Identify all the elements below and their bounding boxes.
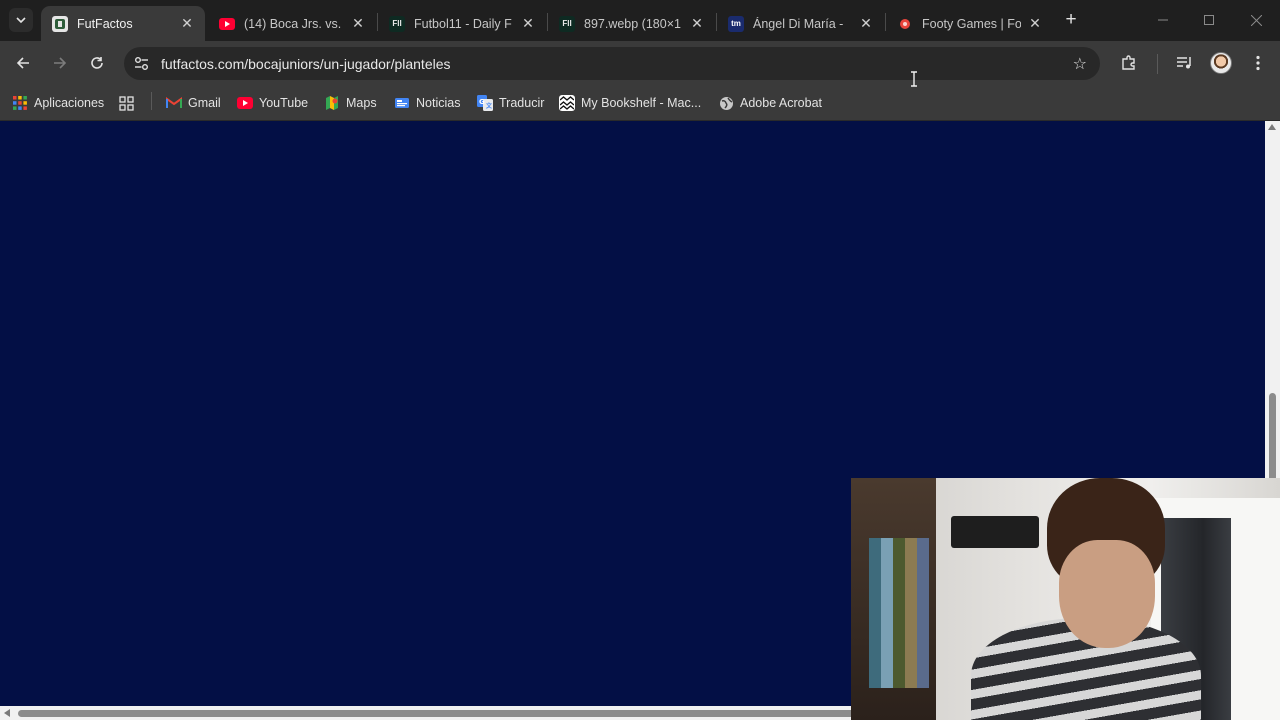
arrow-left-icon <box>16 57 29 69</box>
tab-title: 897.webp (180×1 <box>584 16 681 31</box>
arrow-right-icon <box>54 57 67 69</box>
minimize-icon <box>1158 19 1168 21</box>
scroll-up-arrow-icon[interactable] <box>1268 124 1276 130</box>
reload-icon <box>91 57 103 69</box>
webcam-air-conditioner <box>951 516 1039 548</box>
footy-games-icon <box>897 16 913 32</box>
browser-toolbar: futfactos.com/bocajuniors/un-jugador/pla… <box>0 41 1280 85</box>
close-tab-icon[interactable]: ✕ <box>858 15 874 32</box>
site-settings-icon[interactable] <box>133 55 150 72</box>
tab-title: Futbol11 - Daily F <box>414 16 512 31</box>
bookmark-label: Gmail <box>188 96 221 110</box>
close-tab-icon[interactable]: ✕ <box>179 15 195 32</box>
bookmark-label: Maps <box>346 96 377 110</box>
gmail-icon <box>166 95 182 111</box>
close-tab-icon[interactable]: ✕ <box>350 15 366 32</box>
tab-strip: FutFactos ✕ (14) Boca Jrs. vs. S ✕ FII F… <box>0 0 1280 41</box>
scrollbar-thumb[interactable] <box>18 710 858 717</box>
futfactos-icon <box>52 15 68 32</box>
menu-button[interactable] <box>1247 52 1269 74</box>
bookmark-label: Noticias <box>416 96 461 110</box>
transfermarkt-icon: tm <box>728 15 744 32</box>
bookmark-label: Traducir <box>499 96 545 110</box>
tab-title: (14) Boca Jrs. vs. S <box>244 16 344 31</box>
toolbar-separator <box>1157 54 1158 74</box>
svg-text:G: G <box>479 98 485 106</box>
bookmark-my-bookshelf[interactable]: My Bookshelf - Mac... <box>559 93 701 113</box>
new-tab-button[interactable]: + <box>1060 9 1082 31</box>
plus-icon: + <box>1065 9 1077 30</box>
webcam-overlay <box>851 478 1280 720</box>
maximize-icon <box>1204 15 1214 25</box>
tab-transfermarkt[interactable]: tm Ángel Di María - ✕ <box>717 6 884 41</box>
tab-futfactos[interactable]: FutFactos ✕ <box>41 6 205 41</box>
url-text[interactable]: futfactos.com/bocajuniors/un-jugador/pla… <box>161 56 451 72</box>
tab-image[interactable]: FII 897.webp (180×1 ✕ <box>548 6 715 41</box>
tab-footy-games[interactable]: Footy Games | Fo ✕ <box>886 6 1053 41</box>
bookmark-star-icon[interactable]: ☆ <box>1073 54 1087 74</box>
bookmark-maps[interactable]: Maps <box>324 93 377 113</box>
bookmark-label: Adobe Acrobat <box>740 96 823 110</box>
tab-title: Footy Games | Fo <box>922 16 1021 31</box>
forward-button[interactable] <box>48 51 72 75</box>
minimize-button[interactable] <box>1151 8 1175 32</box>
svg-text:文: 文 <box>485 102 493 110</box>
futbol11-icon: FII <box>559 15 575 32</box>
scrollbar-thumb[interactable] <box>1269 393 1276 481</box>
bookmark-label: YouTube <box>259 96 309 110</box>
bookmark-apps[interactable]: Aplicaciones <box>12 93 104 113</box>
bookmark-youtube[interactable]: YouTube <box>237 93 308 113</box>
bookmark-traducir[interactable]: G文 Traducir <box>477 93 544 113</box>
tab-youtube[interactable]: (14) Boca Jrs. vs. S ✕ <box>208 6 376 41</box>
bookmark-label: My Bookshelf - Mac... <box>581 96 702 110</box>
bookmark-label: Aplicaciones <box>34 96 105 110</box>
media-control-button[interactable] <box>1173 52 1195 74</box>
bookmarks-bar: Aplicaciones Gmail YouTube Maps Noticias… <box>0 85 1280 121</box>
scroll-left-arrow-icon[interactable] <box>4 709 10 717</box>
close-window-button[interactable] <box>1244 8 1268 32</box>
bookmark-gmail[interactable]: Gmail <box>166 93 221 113</box>
bookmark-noticias[interactable]: Noticias <box>394 93 460 113</box>
close-tab-icon[interactable]: ✕ <box>689 15 705 32</box>
extensions-button[interactable] <box>1118 52 1140 74</box>
apps-grid-icon <box>12 95 28 111</box>
bookmarks-separator <box>151 92 152 110</box>
tab-title: FutFactos <box>77 16 133 31</box>
reload-button[interactable] <box>85 51 109 75</box>
profile-avatar[interactable] <box>1210 52 1232 74</box>
tab-groups-icon <box>118 95 134 111</box>
webcam-person-face <box>1059 540 1155 648</box>
webcam-clothes <box>869 538 929 688</box>
more-vert-icon <box>1256 55 1260 71</box>
futbol11-icon: FII <box>389 15 405 32</box>
tab-title: Ángel Di María - <box>753 16 844 31</box>
news-icon <box>394 95 410 111</box>
address-bar[interactable]: futfactos.com/bocajuniors/un-jugador/pla… <box>124 47 1100 80</box>
close-tab-icon[interactable]: ✕ <box>520 15 536 32</box>
close-tab-icon[interactable]: ✕ <box>1027 15 1043 32</box>
media-queue-icon <box>1177 57 1191 69</box>
bookmark-adobe-acrobat[interactable]: Adobe Acrobat <box>718 93 822 113</box>
tab-futbol11[interactable]: FII Futbol11 - Daily F ✕ <box>378 6 546 41</box>
translate-icon: G文 <box>477 95 493 111</box>
maps-icon <box>324 95 340 111</box>
tab-search-button[interactable] <box>9 8 33 32</box>
globe-icon <box>718 95 734 111</box>
bookmark-tab-groups[interactable] <box>118 93 140 113</box>
puzzle-icon <box>1122 55 1135 70</box>
chevron-down-icon <box>16 17 26 24</box>
bookshelf-icon <box>559 95 575 111</box>
text-cursor-icon <box>911 71 917 87</box>
youtube-icon <box>219 16 235 32</box>
youtube-icon <box>237 95 253 111</box>
back-button[interactable] <box>11 51 35 75</box>
close-icon <box>1250 14 1262 26</box>
maximize-button[interactable] <box>1197 8 1221 32</box>
